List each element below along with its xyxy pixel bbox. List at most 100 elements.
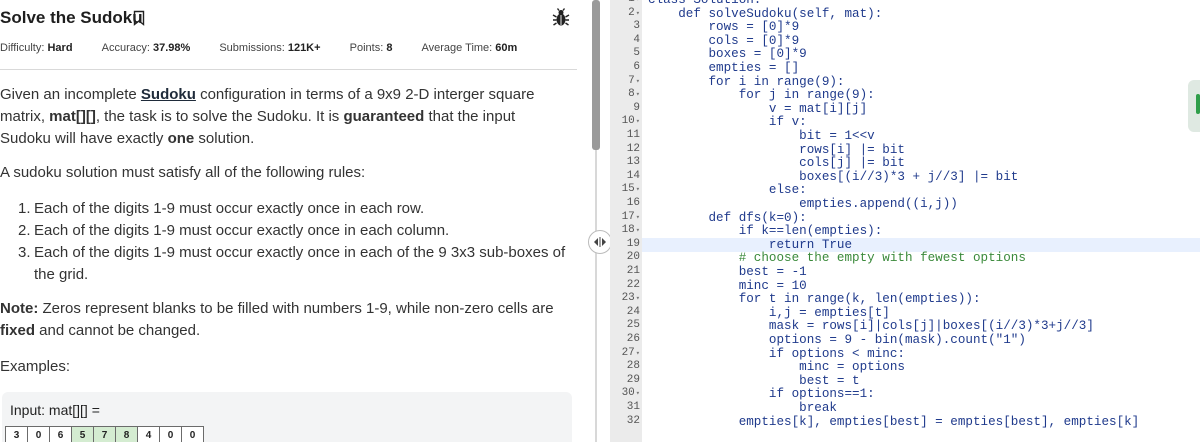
fold-arrow-icon[interactable]: ▾ [636, 91, 640, 99]
scrollbar[interactable] [592, 0, 600, 150]
note: Note: Zeros represent blanks to be fille… [0, 300, 554, 339]
fold-arrow-icon[interactable]: ▾ [636, 227, 640, 235]
grid-cell: 0 [159, 426, 182, 442]
code-line[interactable]: minc = 10 [648, 279, 807, 294]
input-label: Input: mat[][] = [10, 402, 100, 418]
side-panel-handle-mark [1196, 94, 1200, 114]
line-number: 27▾ [621, 346, 640, 359]
code-line[interactable]: # choose the empty with fewest options [648, 252, 1026, 266]
grid-cell: 5 [71, 426, 94, 442]
drag-handle-icon[interactable] [588, 230, 612, 254]
fold-arrow-icon[interactable]: ▾ [636, 0, 640, 4]
title-row: Solve the Sudoku [0, 6, 580, 32]
meta-difficulty: Difficulty: Hard [0, 42, 73, 54]
code-line[interactable]: rows = [0]*9 [648, 21, 799, 35]
code-line[interactable]: options = 9 - bin(mask).count("1") [648, 333, 1026, 348]
line-number: 10▾ [621, 115, 640, 128]
code-line[interactable]: rows[i] |= bit [648, 143, 905, 158]
code-line[interactable]: empties = [] [648, 61, 799, 76]
line-number: 29 [626, 373, 640, 386]
fold-arrow-icon[interactable]: ▾ [636, 214, 640, 222]
code-line[interactable]: empties[k], empties[best] = empties[best… [648, 415, 1140, 430]
meta-submissions: Submissions: 121K+ [219, 42, 321, 54]
code-line[interactable]: best = -1 [648, 265, 807, 280]
line-number: 23▾ [621, 292, 640, 305]
fold-arrow-icon[interactable]: ▾ [636, 78, 640, 86]
code-line[interactable]: i,j = empties[t] [648, 306, 890, 321]
line-number: 25 [626, 319, 640, 332]
line-number: 26 [626, 333, 640, 345]
line-number: 20 [626, 251, 640, 264]
line-number: 6 [633, 61, 640, 73]
line-number: 22 [626, 278, 640, 291]
code-line[interactable]: bit = 1<<v [648, 129, 875, 144]
code-line[interactable]: cols[j] |= bit [648, 157, 905, 171]
line-number: 32 [626, 414, 640, 427]
line-number: 7▾ [628, 74, 640, 87]
rules-list: 1. Each of the digits 1-9 must occur exac… [0, 198, 570, 286]
grid-cell: 8 [115, 426, 138, 442]
problem-description: Given an incomplete Sudoku configuration… [0, 86, 535, 147]
line-number: 8▾ [628, 88, 640, 101]
list-item: 1. Each of the digits 1-9 must occur exac… [18, 200, 425, 217]
example-box: Input: mat[][] = 306578400 [2, 392, 572, 442]
code-line[interactable]: for i in range(9): [648, 75, 844, 90]
line-number: 19 [626, 237, 640, 250]
sudoku-grid-row: 306578400 [5, 426, 204, 442]
code-line[interactable]: else: [648, 184, 807, 198]
line-number: 3 [633, 20, 640, 33]
line-number: 12 [626, 142, 640, 155]
code-line[interactable]: def solveSudoku(self, mat): [648, 7, 882, 22]
line-number: 1▾ [610, 0, 640, 7]
code-line[interactable]: def dfs(k=0): [648, 211, 806, 226]
line-number: 15▾ [621, 183, 640, 196]
code-line[interactable]: minc = options [648, 361, 905, 375]
line-number: 28 [626, 360, 640, 373]
code-line[interactable]: if options < minc: [648, 347, 905, 362]
line-number: 17▾ [621, 210, 640, 223]
line-number: 24 [626, 305, 640, 318]
fold-arrow-icon[interactable]: ▾ [636, 118, 640, 126]
code-line[interactable]: boxes[(i//3)*3 + j//3] |= bit [648, 170, 1018, 185]
line-number: 14 [626, 169, 640, 182]
code-line[interactable]: v = mat[i][j] [648, 102, 867, 117]
fold-arrow-icon[interactable]: ▾ [636, 350, 640, 358]
divider [0, 69, 577, 70]
examples-heading: Examples: [0, 358, 71, 375]
code-line[interactable]: best = t [648, 374, 859, 389]
code-line[interactable]: return True [648, 238, 852, 253]
fold-arrow-icon[interactable]: ▾ [636, 295, 640, 303]
line-gutter: 1▾2▾34567▾8▾910▾1112131415▾1617▾18▾19202… [610, 0, 642, 442]
rules-intro: A sudoku solution must satisfy all of th… [0, 164, 366, 181]
bug-icon[interactable] [552, 8, 570, 28]
code-line[interactable]: if options==1: [648, 388, 875, 402]
bookmark-icon[interactable] [133, 10, 145, 26]
code-line[interactable]: for j in range(9): [648, 89, 875, 103]
line-number: 21 [626, 265, 640, 277]
code-line[interactable]: for t in range(k, len(empties)): [648, 293, 981, 307]
line-number: 31 [626, 401, 640, 413]
meta-average-time: Average Time: 60m [421, 42, 518, 54]
code-line[interactable]: break [648, 401, 837, 416]
grid-cell: 6 [49, 426, 72, 442]
sudoku-link[interactable]: Sudoku [141, 86, 196, 103]
grid-cell: 3 [5, 426, 28, 442]
fold-arrow-icon[interactable]: ▾ [636, 186, 640, 194]
line-number: 4 [633, 33, 640, 46]
fold-arrow-icon[interactable]: ▾ [636, 10, 640, 18]
code-line[interactable]: mask = rows[i]|cols[j]|boxes[(i//3)*3+j/… [648, 320, 1094, 334]
list-item: 2. Each of the digits 1-9 must occur exac… [18, 222, 450, 239]
code-line[interactable]: boxes = [0]*9 [648, 48, 806, 62]
code-editor[interactable]: 1▾2▾34567▾8▾910▾1112131415▾1617▾18▾19202… [610, 0, 1200, 442]
meta-points: Points: 8 [349, 42, 393, 54]
list-item: 3. Each of the digits 1-9 must occur exac… [18, 244, 566, 283]
code-line[interactable]: if v: [648, 116, 807, 130]
line-number: 16 [626, 197, 640, 209]
code-line[interactable]: if k==len(empties): [648, 225, 883, 239]
problem-title: Solve the Sudoku [0, 8, 143, 27]
grid-cell: 7 [93, 426, 116, 442]
code-line[interactable]: cols = [0]*9 [648, 34, 799, 49]
code-line[interactable]: empties.append((i,j)) [648, 197, 958, 212]
line-number: 2▾ [628, 6, 640, 19]
fold-arrow-icon[interactable]: ▾ [636, 390, 640, 398]
